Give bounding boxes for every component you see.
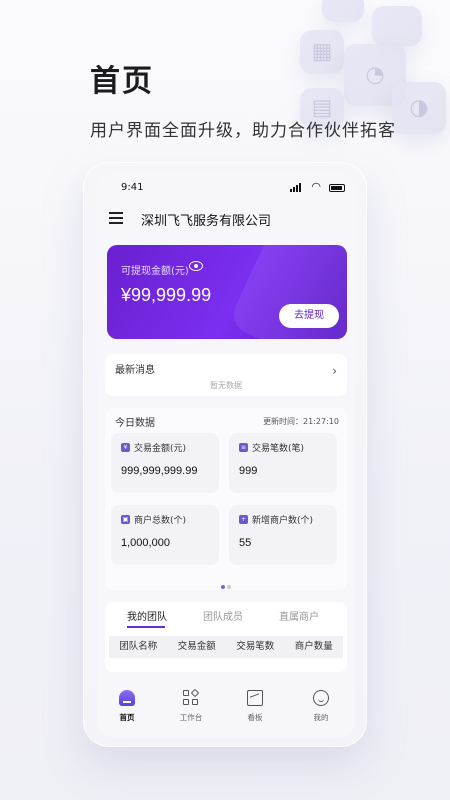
news-card[interactable]: 最新消息 › 暂无数据 <box>105 354 347 396</box>
nav-home[interactable]: 首页 <box>102 690 152 723</box>
chart-icon: ◑ <box>409 95 429 121</box>
status-bar: 9:41 ◠ <box>97 172 355 202</box>
signal-icon <box>290 183 301 192</box>
stat-value: 999,999,999.99 <box>121 465 198 477</box>
team-tabs: 我的团队 团队成员 直属商户 <box>105 602 347 628</box>
company-name: 深圳飞飞服务有限公司 <box>141 214 272 229</box>
gauge-icon: ◔ <box>365 62 385 88</box>
stat-merchant-total[interactable]: ▣ 商户总数(个) 1,000,000 <box>111 505 219 565</box>
nav-profile[interactable]: 我的 <box>296 690 346 723</box>
board-icon <box>247 690 263 706</box>
workbench-icon <box>183 688 200 706</box>
eye-icon[interactable] <box>189 261 203 271</box>
stat-label: 新增商户数(个) <box>252 516 314 526</box>
decorative-tile: ▦ <box>300 30 344 74</box>
stat-new-merchants[interactable]: + 新增商户数(个) 55 <box>229 505 337 565</box>
tab-my-team[interactable]: 我的团队 <box>127 608 167 623</box>
page-indicator <box>105 574 347 593</box>
bottom-nav: 首页 工作台 看板 我的 <box>97 680 355 738</box>
balance-amount: ¥99,999.99 <box>121 285 212 305</box>
stat-label: 商户总数(个) <box>134 516 187 526</box>
column-header: 团队名称 <box>119 641 158 652</box>
nav-label: 我的 <box>313 713 329 722</box>
nav-label: 看板 <box>247 713 263 722</box>
column-header: 商户数量 <box>294 641 333 652</box>
menu-icon[interactable] <box>109 212 123 224</box>
balance-card: 可提现金额(元) ¥99,999.99 去提现 <box>107 245 347 339</box>
decorative-tile: ◑ <box>392 82 446 134</box>
tab-direct-merchants[interactable]: 直属商户 <box>279 608 319 623</box>
merchant-icon: ▣ <box>121 515 130 524</box>
stat-transaction-amount[interactable]: ¥ 交易金额(元) 999,999,999.99 <box>111 433 219 493</box>
home-icon <box>119 690 135 706</box>
app-screen: 9:41 ◠ 深圳飞飞服务有限公司 可提现金额(元) ¥99,999.99 去提… <box>97 172 355 738</box>
promo-title: 首页 <box>90 64 154 99</box>
stat-value: 1,000,000 <box>121 537 170 549</box>
yuan-icon: ¥ <box>121 443 130 452</box>
grid-icon: ▦ <box>311 39 333 65</box>
news-title: 最新消息 <box>115 365 155 376</box>
battery-icon <box>329 184 345 192</box>
team-table-header: 团队名称 交易金额 交易笔数 商户数量 <box>109 636 343 658</box>
stat-value: 999 <box>239 465 258 477</box>
update-time: 更新时间：21:27:10 <box>263 417 339 426</box>
today-title: 今日数据 <box>115 418 155 429</box>
team-card: 我的团队 团队成员 直属商户 团队名称 交易金额 交易笔数 商户数量 <box>105 602 347 672</box>
active-tab-indicator <box>127 626 165 628</box>
chevron-right-icon[interactable]: › <box>332 364 337 378</box>
decorative-tile <box>322 0 364 22</box>
stat-label: 交易笔数(笔) <box>252 444 305 454</box>
stat-value: 55 <box>239 537 252 549</box>
balance-label: 可提现金额(元) <box>121 266 189 277</box>
nav-board[interactable]: 看板 <box>230 690 280 723</box>
status-time: 9:41 <box>121 182 144 193</box>
top-bar: 深圳飞飞服务有限公司 <box>97 206 355 230</box>
nav-label: 工作台 <box>179 713 203 722</box>
nav-label: 首页 <box>119 713 135 722</box>
today-data-card: 今日数据 更新时间：21:27:10 ¥ 交易金额(元) 999,999,999… <box>105 408 347 590</box>
profile-icon <box>313 690 329 706</box>
withdraw-button[interactable]: 去提现 <box>279 304 339 328</box>
wifi-icon: ◠ <box>311 180 321 193</box>
decorative-tile <box>372 6 422 46</box>
column-header: 交易笔数 <box>236 641 275 652</box>
nav-workbench[interactable]: 工作台 <box>166 688 216 723</box>
new-merchant-icon: + <box>239 515 248 524</box>
tab-team-members[interactable]: 团队成员 <box>203 608 243 623</box>
stat-label: 交易金额(元) <box>134 444 187 454</box>
column-header: 交易金额 <box>177 641 216 652</box>
stat-transaction-count[interactable]: ≡ 交易笔数(笔) 999 <box>229 433 337 493</box>
news-empty: 暂无数据 <box>210 381 242 390</box>
list-icon: ≡ <box>239 443 248 452</box>
promo-subtitle: 用户界面全面升级，助力合作伙伴拓客 <box>90 121 396 141</box>
